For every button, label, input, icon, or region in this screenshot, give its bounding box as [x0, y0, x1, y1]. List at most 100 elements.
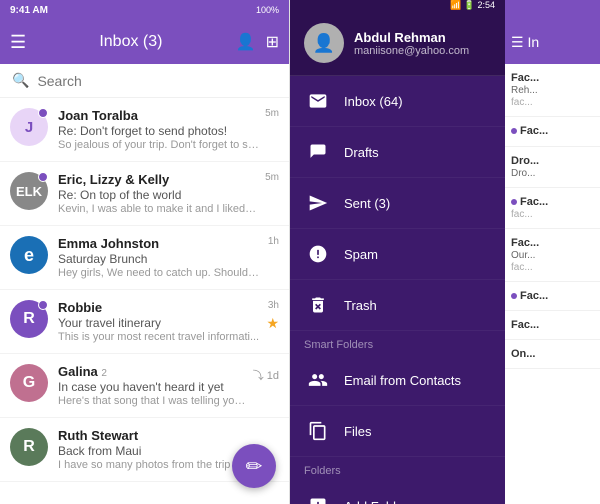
email-time-4: 3h [268, 300, 279, 311]
sent-icon [304, 189, 332, 217]
search-input[interactable] [37, 73, 277, 89]
avatar-placeholder: 👤 [304, 23, 344, 63]
right-subject-3: Dro... [511, 168, 594, 179]
email-sender-6: Ruth Stewart [58, 428, 273, 443]
trash-icon [304, 291, 332, 319]
contacts-icon [304, 366, 332, 394]
email-time-2: 5m [265, 172, 279, 183]
folders-label: Folders [290, 457, 505, 481]
right-sender-6: Fac... [511, 290, 594, 302]
nav-item-add-folder[interactable]: Add Folder [290, 481, 505, 504]
user-info: Abdul Rehman maniisone@yahoo.com [354, 30, 469, 57]
email-sender-2: Eric, Lizzy & Kelly [58, 172, 259, 187]
right-sender-5: Fac... [511, 237, 594, 249]
right-title: ☰ In [511, 34, 539, 51]
user-name: Abdul Rehman [354, 30, 469, 45]
email-content-3: Emma Johnston Saturday Brunch Hey girls,… [58, 236, 262, 279]
email-meta-5: ⤵ 1d [253, 364, 279, 383]
inbox-header: ☰ Inbox (3) 👤 ⊞ [0, 20, 289, 64]
left-panel: 9:41 AM 100% ☰ Inbox (3) 👤 ⊞ 🔍 J [0, 0, 290, 504]
time-display: 9:41 AM [10, 5, 48, 16]
right-sender-1: Fac... [511, 72, 594, 84]
nav-drawer: 📶 🔋 2:54 👤 Abdul Rehman maniisone@yahoo.… [290, 0, 505, 504]
email-meta-2: 5m [265, 172, 279, 183]
files-icon [304, 417, 332, 445]
email-content-2: Eric, Lizzy & Kelly Re: On top of the wo… [58, 172, 259, 215]
email-time-1: 5m [265, 108, 279, 119]
nav-item-spam[interactable]: Spam [290, 229, 505, 280]
right-header: ☰ In [505, 20, 600, 64]
right-email-item-1[interactable]: Fac... Reh... fac... [505, 64, 600, 117]
email-item-1[interactable]: J Joan Toralba Re: Don't forget to send … [0, 98, 289, 162]
right-email-item-7[interactable]: Fac... [505, 311, 600, 340]
right-email-list: Fac... Reh... fac... Fac... Dro... Dro..… [505, 64, 600, 504]
status-bar-middle: 📶 🔋 2:54 [290, 0, 505, 11]
nav-label-add-folder: Add Folder [344, 499, 408, 504]
right-preview-4: fac... [511, 209, 594, 220]
header-icons: 👤 ⊞ [236, 32, 279, 52]
nav-label-sent: Sent (3) [344, 196, 390, 211]
status-icons-middle: 📶 🔋 2:54 [450, 0, 495, 11]
status-icons: 100% [256, 5, 279, 15]
avatar-2: ELK [10, 172, 48, 210]
nav-item-sent[interactable]: Sent (3) [290, 178, 505, 229]
email-item-4[interactable]: R Robbie Your travel itinerary This is y… [0, 290, 289, 354]
nav-item-files[interactable]: Files [290, 406, 505, 457]
email-meta-1: 5m [265, 108, 279, 119]
user-avatar: 👤 [304, 23, 344, 63]
nav-item-drafts[interactable]: Drafts [290, 127, 505, 178]
add-folder-icon [304, 492, 332, 504]
user-email: maniisone@yahoo.com [354, 45, 469, 57]
email-sender-3: Emma Johnston [58, 236, 262, 251]
right-sender-3: Dro... [511, 155, 594, 167]
email-content-4: Robbie Your travel itinerary This is you… [58, 300, 260, 343]
left-panel-wrapper: 9:41 AM 100% ☰ Inbox (3) 👤 ⊞ 🔍 J [0, 0, 290, 504]
star-icon-4: ★ [266, 315, 279, 332]
smart-folders-label: Smart Folders [290, 331, 505, 355]
nav-label-inbox: Inbox (64) [344, 94, 403, 109]
menu-icon[interactable]: ☰ [10, 32, 26, 53]
right-subject-5: Our... [511, 250, 594, 261]
email-sender-4: Robbie [58, 300, 260, 315]
right-sender-4: Fac... [511, 196, 594, 208]
email-preview-1: So jealous of your trip. Don't forget to… [58, 139, 259, 151]
right-email-item-8[interactable]: On... [505, 340, 600, 369]
avatar-3: e [10, 236, 48, 274]
compose-icon: ✏ [246, 454, 263, 479]
user-profile: 👤 Abdul Rehman maniisone@yahoo.com [290, 11, 505, 76]
email-preview-3: Hey girls, We need to catch up. Should I… [58, 267, 262, 279]
grid-icon[interactable]: ⊞ [266, 32, 279, 52]
email-sender-5: Galina 2 [58, 364, 247, 379]
email-item-3[interactable]: e Emma Johnston Saturday Brunch Hey girl… [0, 226, 289, 290]
nav-label-contacts: Email from Contacts [344, 373, 461, 388]
nav-item-contacts[interactable]: Email from Contacts [290, 355, 505, 406]
user-icon[interactable]: 👤 [236, 32, 256, 52]
right-email-item-4[interactable]: Fac... fac... [505, 188, 600, 229]
email-meta-3: 1h [268, 236, 279, 247]
email-item-2[interactable]: ELK Eric, Lizzy & Kelly Re: On top of th… [0, 162, 289, 226]
avatar-4: R [10, 300, 48, 338]
nav-label-drafts: Drafts [344, 145, 379, 160]
right-panel: ☰ In Fac... Reh... fac... Fac... Dro... … [505, 0, 600, 504]
email-item-5[interactable]: G Galina 2 In case you haven't heard it … [0, 354, 289, 418]
compose-fab[interactable]: ✏ [232, 444, 276, 488]
search-bar: 🔍 [0, 64, 289, 98]
email-time-3: 1h [268, 236, 279, 247]
right-email-item-6[interactable]: Fac... [505, 282, 600, 311]
right-sender-2: Fac... [511, 125, 594, 137]
email-preview-5: Here's that song that I was telling you … [58, 395, 247, 407]
right-email-item-5[interactable]: Fac... Our... fac... [505, 229, 600, 282]
avatar-6: R [10, 428, 48, 466]
email-content-5: Galina 2 In case you haven't heard it ye… [58, 364, 247, 407]
right-preview-5: fac... [511, 262, 594, 273]
right-sender-8: On... [511, 348, 594, 360]
inbox-icon [304, 87, 332, 115]
email-subject-3: Saturday Brunch [58, 252, 262, 266]
avatar-1: J [10, 108, 48, 146]
nav-label-trash: Trash [344, 298, 377, 313]
email-subject-2: Re: On top of the world [58, 188, 259, 202]
right-email-item-3[interactable]: Dro... Dro... [505, 147, 600, 188]
nav-item-trash[interactable]: Trash [290, 280, 505, 331]
nav-item-inbox[interactable]: Inbox (64) [290, 76, 505, 127]
right-email-item-2[interactable]: Fac... [505, 117, 600, 147]
